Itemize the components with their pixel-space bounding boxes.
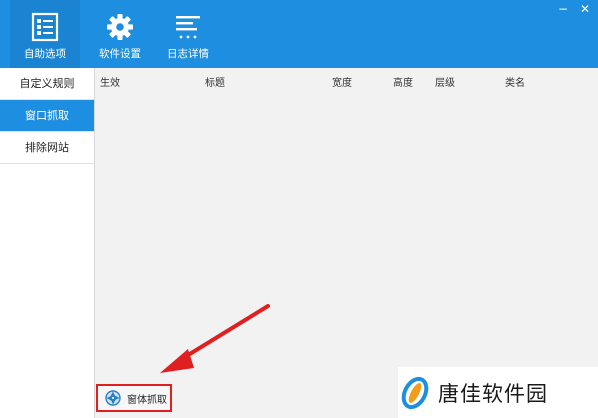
sidebar: 自定义规则 窗口抓取 排除网站 <box>0 68 95 418</box>
column-header-class-name[interactable]: 类名 <box>505 74 525 89</box>
toolbar-item-label: 日志详情 <box>167 48 209 60</box>
column-header-enabled[interactable]: 生效 <box>100 74 120 89</box>
window-grab-button-label: 窗体抓取 <box>127 394 167 406</box>
log-lines-icon <box>176 16 200 39</box>
toolbar-item-self-options[interactable]: 自助选项 <box>10 0 80 68</box>
watermark-text: 唐佳软件园 <box>438 381 548 406</box>
watermark-logo <box>401 376 429 409</box>
column-header-level[interactable]: 层级 <box>435 74 455 89</box>
aperture-icon <box>105 390 121 406</box>
toolbar-item-software-settings[interactable]: 软件设置 <box>85 0 155 68</box>
checklist-icon <box>31 12 59 42</box>
close-button[interactable]: ✕ <box>578 2 592 16</box>
column-header-title[interactable]: 标题 <box>205 74 225 89</box>
sidebar-item-exclude-sites[interactable]: 排除网站 <box>0 132 94 164</box>
sidebar-item-window-capture[interactable]: 窗口抓取 <box>0 100 94 132</box>
table-header: 生效 标题 宽度 高度 层级 类名 <box>95 68 598 92</box>
column-header-width[interactable]: 宽度 <box>332 74 352 89</box>
window-controls: − ✕ <box>556 2 592 16</box>
toolbar-item-label: 自助选项 <box>24 48 66 60</box>
toolbar-item-label: 软件设置 <box>99 48 141 60</box>
watermark: 唐佳软件园 <box>398 367 598 418</box>
window-grab-button[interactable]: 窗体抓取 <box>96 384 172 412</box>
column-header-height[interactable]: 高度 <box>393 74 413 89</box>
sidebar-item-custom-rules[interactable]: 自定义规则 <box>0 68 94 100</box>
minimize-button[interactable]: − <box>556 2 570 16</box>
gear-icon <box>107 14 133 40</box>
top-toolbar: − ✕ 自助选项 软件设置 日志详情 <box>0 0 598 68</box>
window-list-panel: 生效 标题 宽度 高度 层级 类名 <box>95 68 598 418</box>
toolbar-item-log-details[interactable]: 日志详情 <box>153 0 223 68</box>
